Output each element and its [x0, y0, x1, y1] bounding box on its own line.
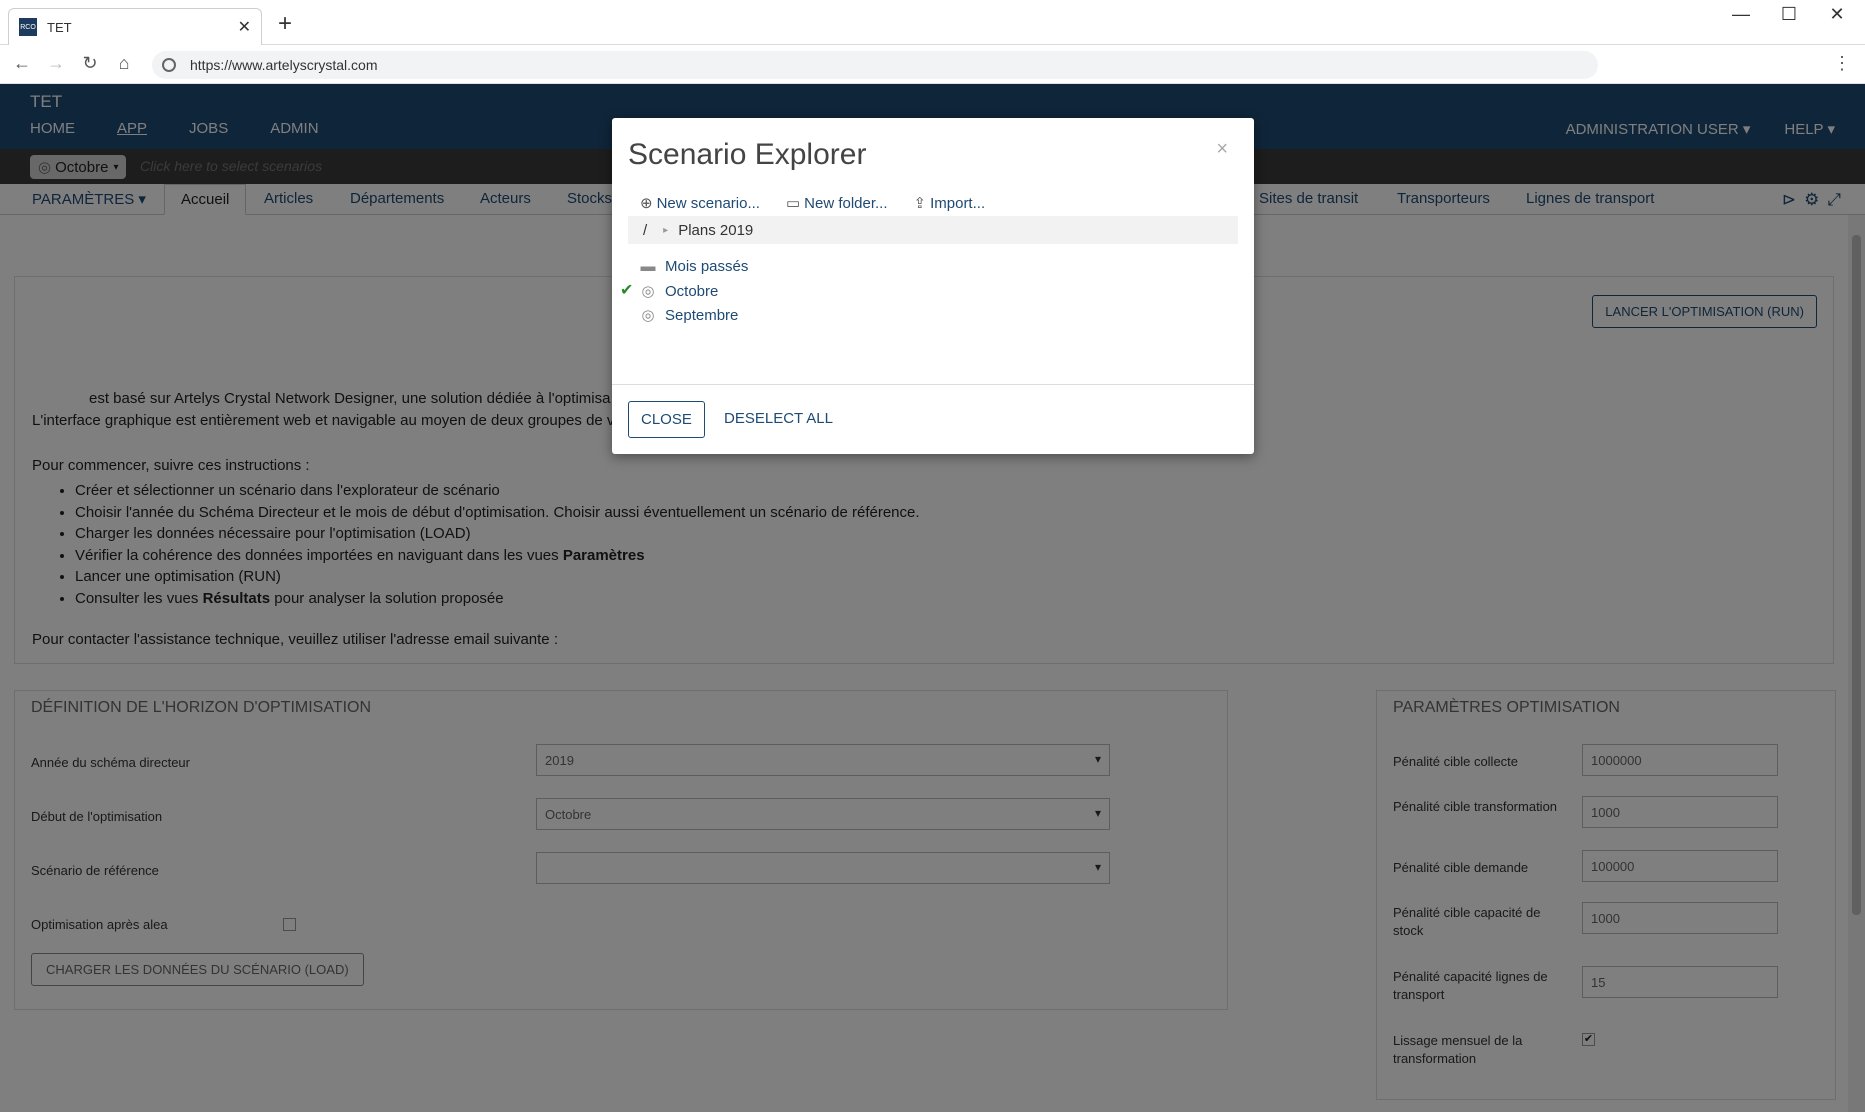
close-button[interactable]: CLOSE: [628, 401, 705, 438]
deselect-all-button[interactable]: DESELECT ALL: [724, 410, 833, 427]
tree-item-scenario[interactable]: ◎ Octobre: [640, 282, 719, 301]
browser-tab[interactable]: RCO TET ✕: [8, 8, 262, 45]
modal-footer: CLOSE DESELECT ALL: [612, 384, 1254, 454]
folder-icon: ▬: [640, 258, 656, 275]
plus-circle-icon: ⊕: [640, 195, 653, 212]
maximize-icon[interactable]: ☐: [1769, 4, 1809, 25]
tab-title: TET: [47, 19, 72, 35]
window-close-icon[interactable]: ✕: [1817, 4, 1857, 25]
scenario-icon: ◎: [641, 283, 655, 300]
tree-item-label: Septembre: [665, 306, 739, 324]
home-icon[interactable]: ⌂: [112, 53, 136, 74]
import-button[interactable]: ⇪ Import...: [914, 194, 986, 212]
browser-toolbar: ← → ↻ ⌂ https://www.artelyscrystal.com ⋮: [0, 45, 1865, 84]
breadcrumb: / ▸ Plans 2019: [628, 216, 1238, 244]
new-scenario-button[interactable]: ⊕ New scenario...: [640, 194, 760, 212]
breadcrumb-folder[interactable]: Plans 2019: [678, 222, 753, 239]
import-label: Import...: [930, 195, 986, 212]
back-icon[interactable]: ←: [10, 53, 34, 74]
favicon-icon: RCO: [19, 18, 37, 36]
forward-icon[interactable]: →: [44, 53, 68, 74]
tree-item-scenario[interactable]: ◎ Septembre: [640, 306, 739, 325]
breadcrumb-root[interactable]: /: [643, 222, 647, 239]
tab-close-icon[interactable]: ✕: [238, 17, 251, 37]
new-folder-label: New folder...: [804, 195, 888, 212]
browser-menu-icon[interactable]: ⋮: [1833, 53, 1851, 74]
breadcrumb-separator-icon: ▸: [663, 224, 669, 236]
reload-icon[interactable]: ↻: [78, 53, 102, 74]
modal-title: Scenario Explorer: [628, 138, 867, 171]
site-info-icon[interactable]: [162, 58, 176, 72]
new-tab-icon[interactable]: +: [278, 10, 292, 38]
scenario-explorer-modal: Scenario Explorer × ⊕ New scenario... ▭ Ne…: [612, 118, 1254, 454]
tree-item-label: Mois passés: [665, 258, 749, 275]
tree-item-folder[interactable]: ▬ Mois passés: [640, 258, 749, 275]
address-bar[interactable]: https://www.artelyscrystal.com: [152, 51, 1598, 79]
folder-plus-icon: ▭: [785, 195, 801, 212]
modal-close-icon[interactable]: ×: [1216, 138, 1228, 161]
address-url: https://www.artelyscrystal.com: [190, 57, 378, 73]
tree-item-label: Octobre: [665, 282, 719, 300]
scenario-icon: ◎: [641, 307, 655, 324]
new-scenario-label: New scenario...: [656, 195, 760, 212]
modal-toolbar: ⊕ New scenario... ▭ New folder... ⇪ Import.…: [640, 194, 985, 212]
browser-tabstrip: RCO TET ✕ + — ☐ ✕: [0, 0, 1865, 45]
selected-check-icon: ✔: [620, 282, 634, 299]
upload-icon: ⇪: [913, 195, 927, 212]
minimize-icon[interactable]: —: [1721, 4, 1761, 25]
new-folder-button[interactable]: ▭ New folder...: [786, 194, 888, 212]
